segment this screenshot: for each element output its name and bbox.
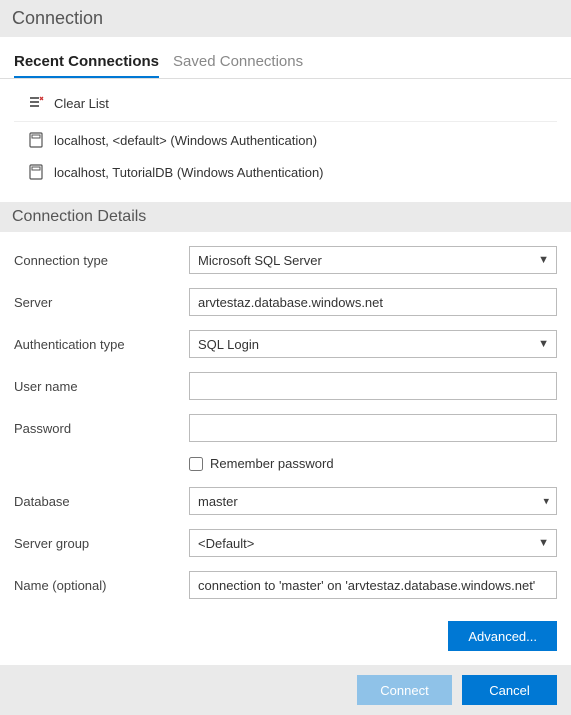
- dialog-title: Connection: [0, 0, 571, 37]
- dialog-footer: Connect Cancel: [0, 665, 571, 715]
- tab-saved-connections[interactable]: Saved Connections: [173, 53, 303, 78]
- connection-details-header: Connection Details: [0, 202, 571, 232]
- username-label: User name: [14, 379, 189, 394]
- username-input[interactable]: [189, 372, 557, 400]
- server-icon: [28, 132, 44, 148]
- server-input[interactable]: [189, 288, 557, 316]
- clear-list-label: Clear List: [54, 96, 109, 111]
- password-input[interactable]: [189, 414, 557, 442]
- server-group-label: Server group: [14, 536, 189, 551]
- remember-password-checkbox[interactable]: [189, 457, 203, 471]
- cancel-button[interactable]: Cancel: [462, 675, 557, 705]
- password-label: Password: [14, 421, 189, 436]
- connection-type-select[interactable]: Microsoft SQL Server: [189, 246, 557, 274]
- recent-connection-item[interactable]: localhost, TutorialDB (Windows Authentic…: [14, 156, 557, 188]
- server-icon: [28, 164, 44, 180]
- database-select[interactable]: master: [189, 487, 557, 515]
- connection-details-form: Connection type Microsoft SQL Server ▼ S…: [0, 232, 571, 621]
- tab-recent-connections[interactable]: Recent Connections: [14, 53, 159, 78]
- remember-password-label: Remember password: [210, 456, 334, 471]
- recent-connection-label: localhost, TutorialDB (Windows Authentic…: [54, 165, 324, 180]
- name-label: Name (optional): [14, 578, 189, 593]
- connection-type-label: Connection type: [14, 253, 189, 268]
- recent-connection-item[interactable]: localhost, <default> (Windows Authentica…: [14, 124, 557, 156]
- auth-type-label: Authentication type: [14, 337, 189, 352]
- server-group-select[interactable]: <Default>: [189, 529, 557, 557]
- name-input[interactable]: [189, 571, 557, 599]
- clear-list-icon: [28, 95, 44, 111]
- server-label: Server: [14, 295, 189, 310]
- auth-type-select[interactable]: SQL Login: [189, 330, 557, 358]
- clear-list-row[interactable]: Clear List: [14, 87, 557, 122]
- connect-button[interactable]: Connect: [357, 675, 452, 705]
- recent-connection-label: localhost, <default> (Windows Authentica…: [54, 133, 317, 148]
- advanced-button[interactable]: Advanced...: [448, 621, 557, 651]
- database-label: Database: [14, 494, 189, 509]
- recent-connections-panel: Clear List localhost, <default> (Windows…: [0, 79, 571, 202]
- connection-tabs: Recent Connections Saved Connections: [0, 37, 571, 79]
